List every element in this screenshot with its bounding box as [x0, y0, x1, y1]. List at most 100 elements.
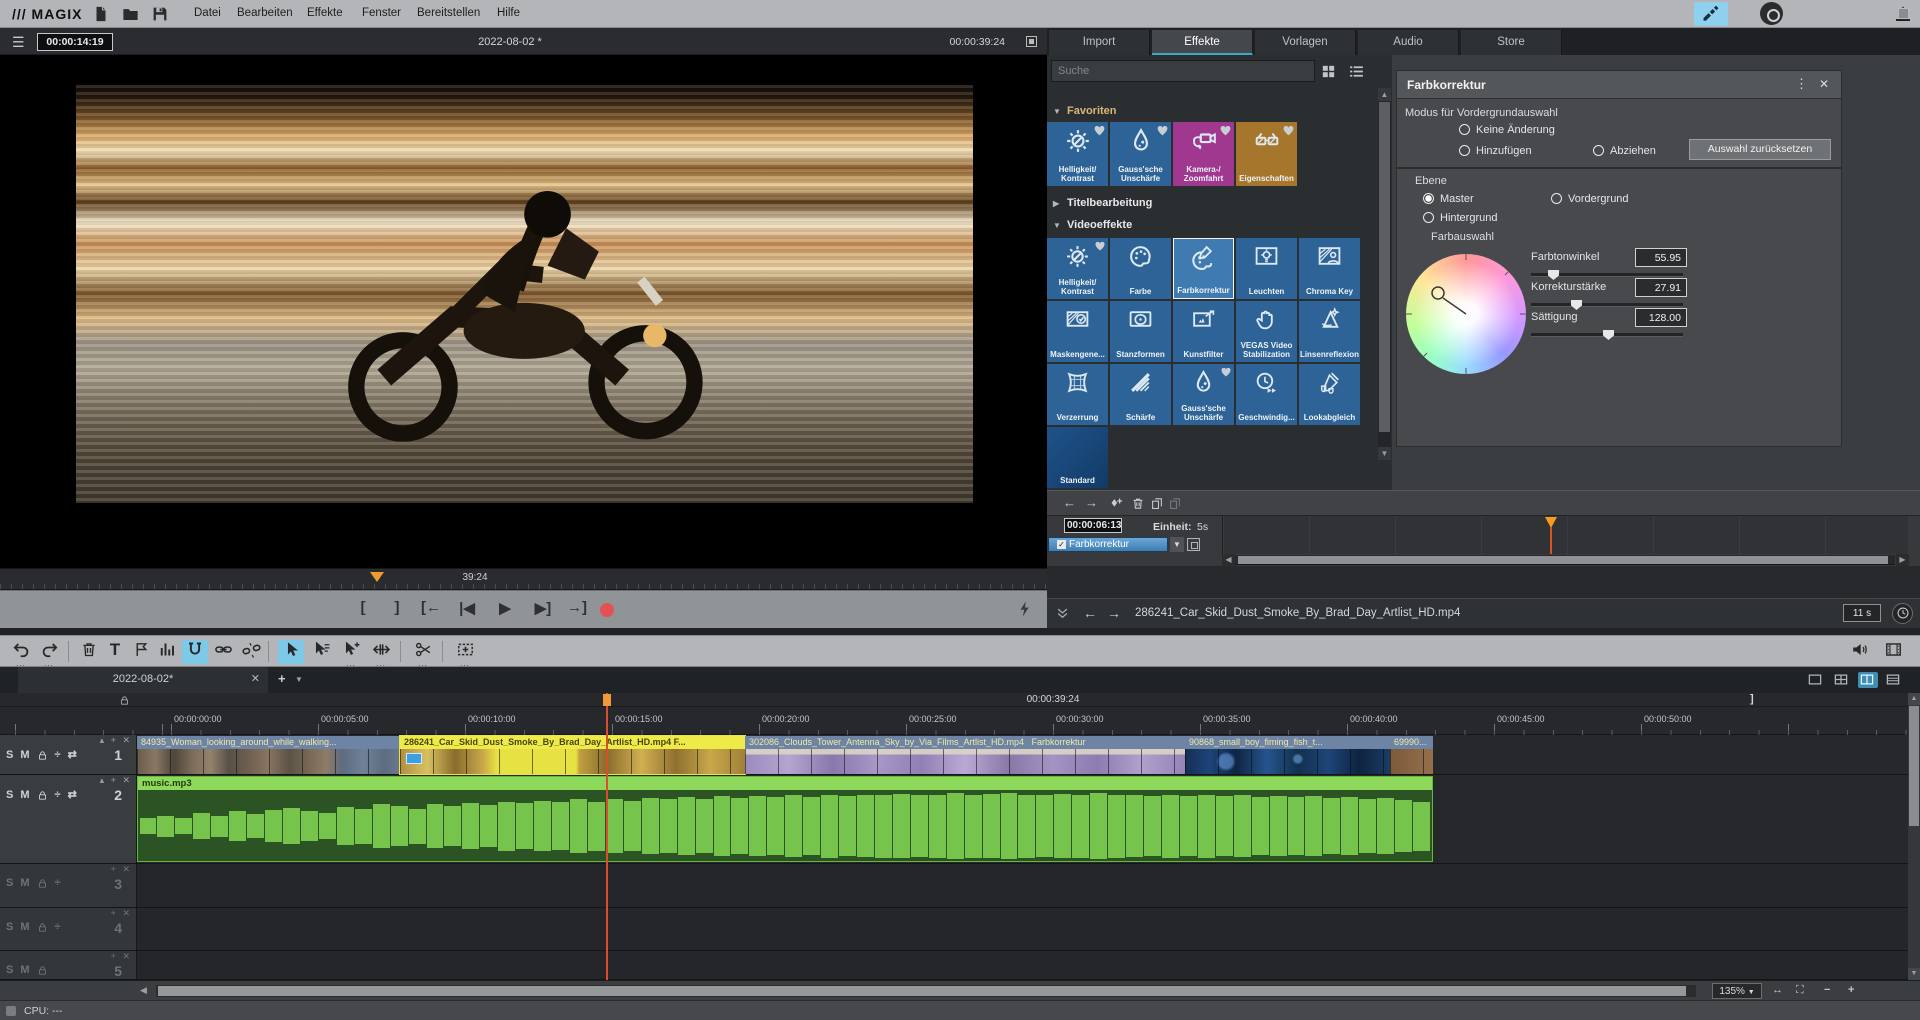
panel-maximize-icon[interactable]: [1898, 8, 1909, 19]
add-tab-icon[interactable]: +: [278, 671, 286, 686]
color-wheel[interactable]: [1406, 254, 1526, 374]
audio-volume-icon[interactable]: [1846, 640, 1872, 664]
reset-selection-button[interactable]: Auswahl zurücksetzen: [1689, 139, 1831, 160]
solo-button[interactable]: S: [6, 877, 13, 889]
slider-thumb[interactable]: [1548, 270, 1559, 280]
layout-split-icon[interactable]: [1858, 672, 1878, 688]
radio-keine-aenderung[interactable]: Keine Änderung: [1459, 124, 1555, 136]
copy-keyframe-icon[interactable]: [1150, 495, 1164, 511]
slider-thumb[interactable]: [1571, 300, 1582, 310]
new-project-icon[interactable]: [92, 5, 110, 23]
keyframe-timecode[interactable]: 00:00:06:13: [1064, 518, 1122, 533]
range-end-marker[interactable]: ]: [1750, 693, 1754, 705]
scroll-left-icon[interactable]: ◀: [140, 985, 147, 996]
tile-leuchten[interactable]: Leuchten: [1236, 238, 1297, 299]
favorite-heart-icon[interactable]: [1094, 240, 1106, 252]
effects-scrollbar[interactable]: ▲ ▼: [1378, 88, 1391, 460]
menu-hilfe[interactable]: Hilfe: [497, 7, 520, 19]
clip-woman-walking[interactable]: 84935_Woman_looking_around_while_walking…: [137, 736, 400, 774]
insert-frame-icon[interactable]: ...: [452, 640, 478, 664]
snap-magnet-icon[interactable]: [182, 640, 208, 664]
track-5[interactable]: + ✕ SM 5: [0, 951, 1920, 980]
tab-import[interactable]: Import: [1049, 30, 1150, 55]
scroll-up-icon[interactable]: ▲: [1908, 693, 1920, 705]
layout-grid-icon[interactable]: [1832, 672, 1852, 688]
tile-kamera-zoomfahrt-fav[interactable]: Kamera-/ Zoomfahrt: [1173, 122, 1234, 186]
close-icon[interactable]: ✕: [1819, 77, 1829, 91]
lock-icon[interactable]: [37, 921, 48, 933]
prev-frame-button[interactable]: |◀: [452, 599, 482, 617]
tile-verzerrung[interactable]: Verzerrung: [1047, 364, 1108, 425]
split-scissors-icon[interactable]: ...: [410, 640, 436, 664]
zoom-in-icon[interactable]: +: [1848, 984, 1854, 996]
divide-icon[interactable]: ÷: [55, 749, 61, 761]
farbtonwinkel-value[interactable]: 55.95: [1635, 248, 1687, 267]
scroll-up-icon[interactable]: ▲: [1378, 88, 1391, 101]
jump-start-button[interactable]: [←: [416, 599, 446, 616]
saettigung-value[interactable]: 128.00: [1635, 308, 1687, 327]
radio-vordergrund[interactable]: Vordergrund: [1551, 193, 1629, 205]
audio-clip-music[interactable]: music.mp3: [137, 776, 1433, 862]
lock-icon[interactable]: [119, 694, 130, 706]
radio-hinzufuegen[interactable]: Hinzufügen: [1459, 145, 1532, 157]
cursor-range-icon[interactable]: [308, 640, 334, 664]
slider-thumb[interactable]: [1603, 330, 1614, 340]
scroll-thumb[interactable]: [158, 986, 1686, 996]
scroll-down-icon[interactable]: ▼: [1378, 447, 1391, 460]
menu-effekte[interactable]: Effekte: [307, 7, 343, 19]
tile-farbkorrektur[interactable]: Farbkorrektur: [1173, 238, 1234, 299]
record-button[interactable]: [600, 603, 614, 617]
tile-maskengenerator[interactable]: Maskengene...: [1047, 301, 1108, 362]
group-icon[interactable]: [210, 640, 236, 664]
open-project-icon[interactable]: [121, 5, 140, 23]
preview-timecode[interactable]: 00:00:14:19: [37, 33, 113, 51]
zoom-object-icon[interactable]: ⛶: [1796, 984, 1804, 997]
menu-bearbeiten[interactable]: Bearbeiten: [237, 7, 293, 19]
saettigung-slider[interactable]: [1531, 333, 1683, 337]
undo-icon[interactable]: ...: [8, 640, 34, 664]
preview-maximize-icon[interactable]: [1026, 36, 1037, 47]
range-out-button[interactable]: ]: [382, 599, 412, 616]
scrubber-playhead-icon[interactable]: [370, 572, 384, 582]
divide-icon[interactable]: ÷: [55, 877, 61, 889]
list-view-icon[interactable]: [1348, 63, 1365, 80]
kebab-menu-icon[interactable]: ⋮: [1795, 76, 1808, 92]
tile-farbe[interactable]: Farbe: [1110, 238, 1171, 299]
edit-mode-icon[interactable]: [1694, 2, 1728, 26]
section-videoeffekte[interactable]: ▼Videoeffekte: [1053, 219, 1132, 231]
mute-button[interactable]: M: [20, 877, 29, 889]
tile-helligkeit-kontrast[interactable]: Helligkeit/ Kontrast: [1047, 238, 1108, 299]
scroll-thumb[interactable]: [1909, 706, 1919, 826]
tab-menu-icon[interactable]: ▼: [295, 675, 303, 684]
tile-chroma-key[interactable]: Chroma Key: [1299, 238, 1360, 299]
divide-icon[interactable]: ÷: [55, 921, 61, 933]
range-in-button[interactable]: [: [348, 599, 378, 616]
tile-eigenschaften-fav[interactable]: Eigenschaften: [1236, 122, 1297, 186]
timeline-vertical-scrollbar[interactable]: ▲ ▼: [1908, 693, 1920, 980]
scroll-right-icon[interactable]: ▶: [1896, 554, 1909, 566]
play-button[interactable]: ▶: [490, 599, 520, 617]
scroll-thumb[interactable]: [1238, 556, 1888, 564]
zoom-level-dropdown[interactable]: 135% ▼: [1712, 983, 1762, 999]
grid-view-icon[interactable]: [1320, 63, 1337, 80]
solo-button[interactable]: S: [6, 921, 13, 933]
tile-geschwindigkeit[interactable]: Geschwindig...: [1236, 364, 1297, 425]
divide-icon[interactable]: ÷: [55, 789, 61, 801]
tile-gauss-unschaerfe-fav[interactable]: Gauss'sche Unschärfe: [1110, 122, 1171, 186]
swap-icon[interactable]: ⇄: [68, 789, 77, 801]
section-titelbearbeitung[interactable]: ▶Titelbearbeitung: [1053, 197, 1152, 209]
solo-button[interactable]: S: [6, 749, 13, 761]
clip-clouds-tower[interactable]: 302086_Clouds_Tower_Antenna_Sky_by_Via_F…: [745, 736, 1185, 774]
playhead[interactable]: [606, 693, 608, 980]
jump-end-button[interactable]: →]: [562, 599, 592, 616]
delete-keyframe-icon[interactable]: [1131, 495, 1145, 511]
scroll-left-icon[interactable]: ◀: [1222, 554, 1235, 566]
lock-icon[interactable]: [37, 789, 48, 801]
next-clip-icon[interactable]: →: [1107, 605, 1121, 621]
tile-gauss-unschaerfe[interactable]: Gauss'sche Unschärfe: [1173, 364, 1234, 425]
tile-standard[interactable]: Standard: [1047, 427, 1108, 488]
chevrons-down-icon[interactable]: [1055, 606, 1070, 621]
effect-badge-icon[interactable]: [406, 753, 422, 764]
radio-hintergrund[interactable]: Hintergrund: [1423, 212, 1497, 224]
keyframe-effect-row[interactable]: ✓Farbkorrektur: [1048, 537, 1168, 552]
